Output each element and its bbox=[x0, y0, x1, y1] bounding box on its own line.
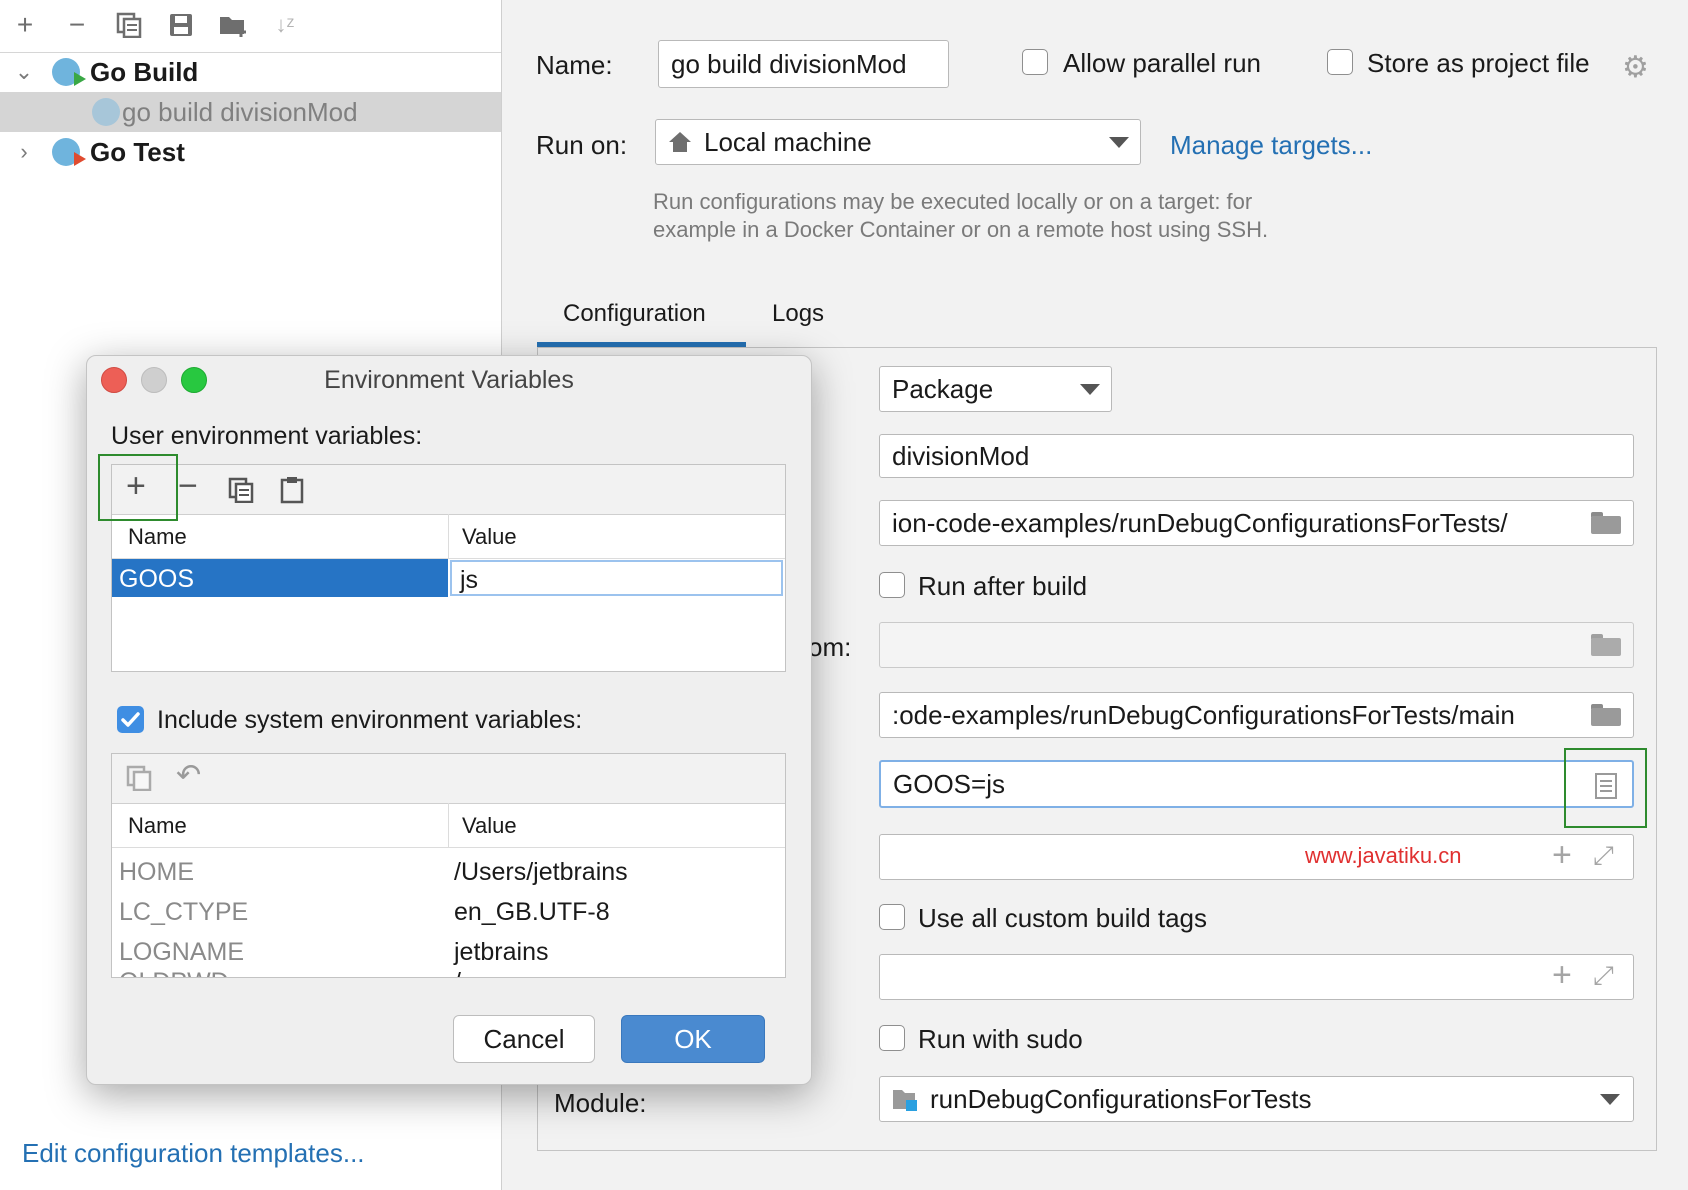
allow-parallel-checkbox[interactable] bbox=[1022, 49, 1048, 75]
use-custom-tags-checkbox[interactable] bbox=[879, 904, 905, 930]
name-field[interactable]: go build divisionMod bbox=[658, 40, 949, 88]
folder-icon[interactable] bbox=[1591, 512, 1621, 534]
expand-icon[interactable]: ⤢ bbox=[1593, 840, 1614, 872]
run-after-build-label: Run after build bbox=[918, 571, 1088, 601]
run-kind-dropdown[interactable]: Package bbox=[879, 366, 1112, 412]
program-args-field[interactable] bbox=[879, 834, 1634, 880]
allow-parallel-label: Allow parallel run bbox=[1063, 48, 1261, 78]
user-env-label: User environment variables: bbox=[111, 422, 423, 450]
manage-targets-link[interactable]: Manage targets... bbox=[1170, 130, 1372, 161]
home-icon bbox=[669, 132, 691, 152]
col-value-header[interactable]: Value bbox=[462, 813, 517, 839]
working-dir-field[interactable]: ion-code-examples/runDebugConfigurations… bbox=[879, 500, 1634, 546]
output-dir-field[interactable]: :ode-examples/runDebugConfigurationsForT… bbox=[879, 692, 1634, 738]
tree-item-go-build[interactable]: ⌄ Go Build bbox=[0, 52, 501, 92]
sidebar-toolbar: + − ↓ᶻ bbox=[0, 0, 501, 53]
build-tags-field[interactable] bbox=[879, 954, 1634, 1000]
system-env-header: Name Value bbox=[112, 803, 785, 848]
system-env-table: ↶ Name Value HOME /Users/jetbrains LC_CT… bbox=[111, 753, 786, 978]
tab-logs[interactable]: Logs bbox=[772, 300, 824, 328]
include-system-label: Include system environment variables: bbox=[157, 706, 583, 734]
tree-item-go-test[interactable]: › Go Test bbox=[0, 132, 501, 172]
col-name-header[interactable]: Name bbox=[128, 813, 187, 839]
chevron-down-icon[interactable] bbox=[1080, 384, 1100, 395]
name-label: Name: bbox=[536, 50, 613, 80]
store-project-label: Store as project file bbox=[1367, 48, 1590, 78]
edit-templates-link[interactable]: Edit configuration templates... bbox=[22, 1138, 365, 1169]
user-env-table: + − Name Value GOOS js bbox=[111, 464, 786, 672]
sort-icon[interactable]: ↓ᶻ bbox=[268, 8, 302, 42]
gear-icon[interactable]: ⚙ bbox=[1622, 50, 1649, 85]
undo-icon[interactable]: ↶ bbox=[176, 758, 201, 793]
environment-field[interactable]: GOOS=js bbox=[879, 760, 1634, 808]
go-test-icon bbox=[52, 138, 86, 166]
watermark-text: www.javatiku.cn bbox=[1305, 843, 1462, 868]
chevron-down-icon[interactable] bbox=[1600, 1094, 1620, 1105]
highlight-box bbox=[1564, 748, 1647, 828]
go-build-icon bbox=[92, 98, 120, 126]
environment-variables-dialog: Environment Variables User environment v… bbox=[86, 355, 812, 1085]
env-value-editor[interactable]: js bbox=[450, 560, 783, 596]
folder-add-icon[interactable] bbox=[216, 8, 250, 42]
col-name-header[interactable]: Name bbox=[128, 524, 187, 550]
package-path-field[interactable]: divisionMod bbox=[879, 434, 1634, 478]
go-build-icon bbox=[52, 58, 86, 86]
ok-button[interactable]: OK bbox=[621, 1015, 765, 1063]
store-project-checkbox[interactable] bbox=[1327, 49, 1353, 75]
run-on-hint: Run configurations may be executed local… bbox=[653, 189, 1269, 242]
table-row[interactable]: LC_CTYPE en_GB.UTF-8 bbox=[112, 894, 785, 930]
user-env-toolbar: + − bbox=[112, 465, 785, 515]
system-env-toolbar: ↶ bbox=[112, 754, 785, 804]
checkmark-icon bbox=[121, 712, 140, 727]
run-after-build-checkbox[interactable] bbox=[879, 572, 905, 598]
highlight-box bbox=[98, 454, 178, 521]
include-system-checkbox[interactable] bbox=[117, 706, 144, 733]
paste-icon[interactable] bbox=[280, 476, 304, 509]
folder-icon[interactable] bbox=[1591, 634, 1621, 656]
user-env-header: Name Value bbox=[112, 514, 785, 559]
tree-item-go-build-divisionmod[interactable]: go build divisionMod bbox=[0, 92, 501, 132]
minus-icon[interactable]: − bbox=[60, 8, 94, 42]
use-custom-tags-label: Use all custom build tags bbox=[918, 903, 1208, 933]
expand-icon[interactable]: ⤢ bbox=[1593, 960, 1614, 992]
chevron-down-icon[interactable]: ⌄ bbox=[14, 59, 34, 85]
table-row[interactable]: GOOS bbox=[112, 559, 448, 597]
run-on-label: Run on: bbox=[536, 130, 628, 160]
run-with-sudo-checkbox[interactable] bbox=[879, 1025, 905, 1051]
copy-icon[interactable] bbox=[126, 765, 152, 796]
partial-label: om: bbox=[808, 632, 852, 662]
module-label: Module: bbox=[554, 1088, 647, 1118]
folder-icon[interactable] bbox=[1591, 704, 1621, 726]
run-with-sudo-label: Run with sudo bbox=[918, 1024, 1083, 1054]
col-value-header[interactable]: Value bbox=[462, 524, 517, 550]
minus-icon[interactable]: − bbox=[178, 467, 198, 506]
table-row[interactable]: OLDPWD / bbox=[112, 966, 785, 977]
chevron-right-icon[interactable]: › bbox=[14, 139, 34, 165]
module-dropdown[interactable]: runDebugConfigurationsForTests bbox=[879, 1076, 1634, 1122]
plus-icon[interactable]: + bbox=[1552, 836, 1572, 875]
table-row[interactable]: HOME /Users/jetbrains bbox=[112, 854, 785, 890]
table-row[interactable]: LOGNAME jetbrains bbox=[112, 934, 785, 970]
dialog-title: Environment Variables bbox=[324, 366, 574, 394]
disabled-path-field bbox=[879, 622, 1634, 668]
tab-configuration[interactable]: Configuration bbox=[563, 300, 706, 328]
module-folder-icon bbox=[893, 1090, 917, 1111]
plus-icon[interactable]: + bbox=[8, 8, 42, 42]
plus-icon[interactable]: + bbox=[1552, 956, 1572, 995]
copy-icon[interactable] bbox=[112, 8, 146, 42]
copy-icon[interactable] bbox=[228, 477, 254, 508]
chevron-down-icon[interactable] bbox=[1109, 137, 1129, 148]
save-icon[interactable] bbox=[164, 8, 198, 42]
cancel-button[interactable]: Cancel bbox=[453, 1015, 595, 1063]
run-on-dropdown[interactable]: Local machine bbox=[655, 119, 1141, 165]
